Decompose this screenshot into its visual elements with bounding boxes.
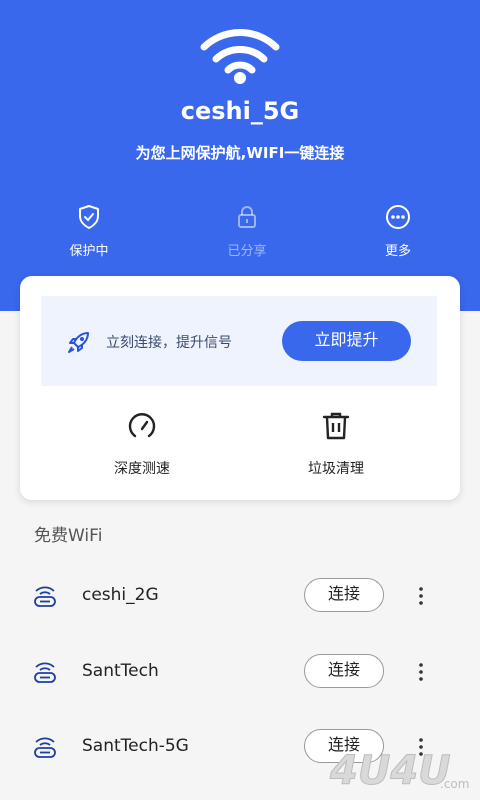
junk-clean-tool[interactable]: 垃圾清理 (276, 410, 396, 478)
wifi-name: ceshi_2G (82, 585, 159, 605)
rocket-icon (68, 332, 89, 353)
watermark-logo: 4U4U .com (329, 748, 470, 795)
speed-test-label: 深度测速 (114, 461, 170, 477)
router-icon (34, 586, 56, 607)
trash-icon (322, 412, 350, 440)
ssid-title: ceshi_5G (180, 97, 300, 125)
router-icon (34, 662, 56, 683)
speedometer-icon (128, 413, 156, 438)
header-banner: ceshi_5G 为您上网保护航,WIFI一键连接 保护中 已分享 更多 (0, 0, 480, 311)
wifi-name: SantTech-5G (82, 736, 189, 756)
action-shared-label: 已分享 (227, 244, 267, 259)
header-subtitle: 为您上网保护航,WIFI一键连接 (135, 144, 345, 162)
wifi-list-item[interactable]: SantTech 连接 (0, 641, 480, 701)
boost-text: 立刻连接，提升信号 (106, 335, 232, 351)
kebab-menu-icon[interactable] (414, 659, 428, 685)
shield-check-icon (79, 205, 99, 229)
connect-button[interactable]: 连接 (304, 578, 384, 612)
tools-card: 立刻连接，提升信号 立即提升 深度测速 垃圾清理 (20, 276, 460, 500)
svg-text:4U4U: 4U4U (329, 748, 451, 794)
quick-actions: 保护中 已分享 更多 (0, 204, 480, 264)
wifi-name: SantTech (82, 661, 159, 681)
action-protecting-label: 保护中 (69, 244, 109, 259)
free-wifi-title: 免费WiFi (34, 526, 103, 546)
connect-button[interactable]: 连接 (304, 654, 384, 688)
wifi-icon (200, 29, 280, 84)
boost-panel: 立刻连接，提升信号 立即提升 (41, 296, 437, 386)
more-icon (386, 205, 410, 229)
router-icon (34, 737, 56, 758)
action-shared[interactable]: 已分享 (202, 204, 292, 259)
wifi-list-item[interactable]: ceshi_2G 连接 (0, 565, 480, 625)
action-more[interactable]: 更多 (353, 204, 443, 259)
boost-now-button[interactable]: 立即提升 (282, 321, 411, 361)
action-more-label: 更多 (384, 244, 411, 259)
action-protecting[interactable]: 保护中 (44, 204, 134, 259)
speed-test-tool[interactable]: 深度测速 (82, 410, 202, 478)
kebab-menu-icon[interactable] (414, 583, 428, 609)
lock-icon (238, 206, 256, 228)
svg-text:.com: .com (440, 777, 469, 791)
junk-clean-label: 垃圾清理 (308, 461, 364, 477)
